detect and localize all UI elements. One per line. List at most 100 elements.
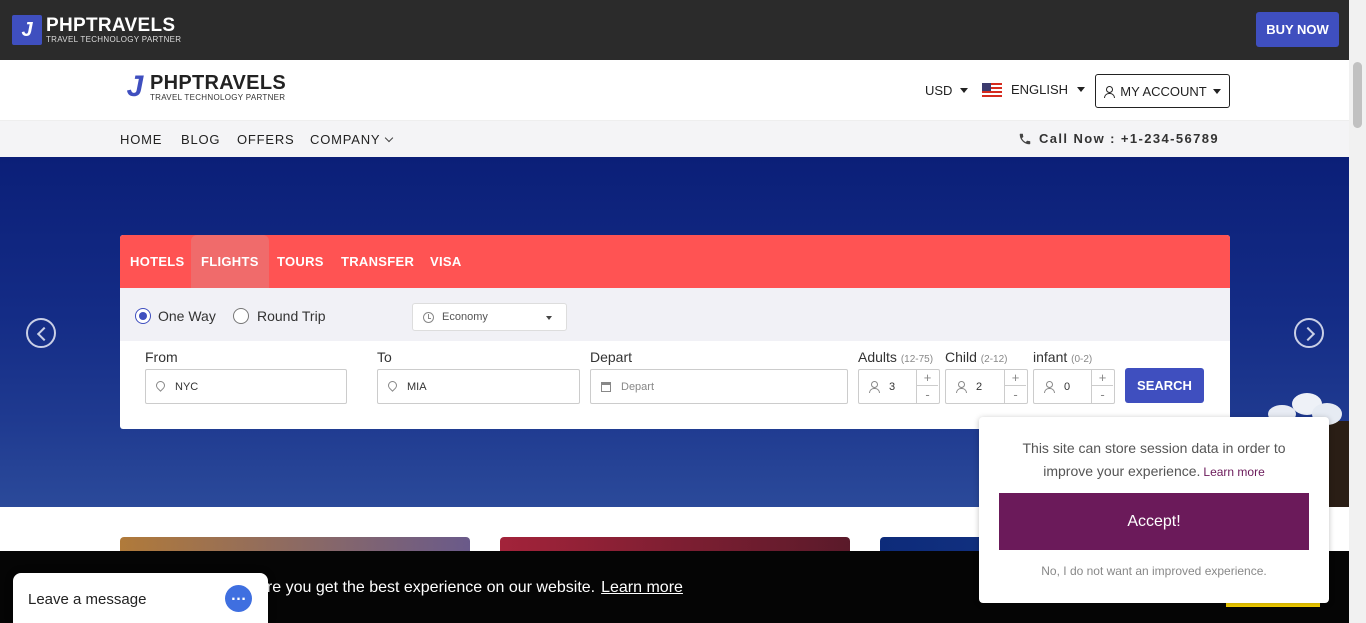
scrollbar-thumb[interactable]	[1353, 62, 1362, 128]
currency-dropdown[interactable]: USD	[925, 83, 969, 98]
depart-field[interactable]: Depart	[590, 369, 848, 404]
consent-text: This site can store session data in orde…	[999, 437, 1309, 484]
tab-transfer[interactable]: TRANSFER	[341, 235, 414, 288]
search-panel: HOTELS FLIGHTS TOURS TRANSFER VISA One W…	[120, 235, 1230, 429]
child-plus-button[interactable]: +	[1005, 369, 1026, 386]
round-trip-radio[interactable]	[233, 308, 249, 324]
chevron-down-icon	[385, 133, 394, 143]
child-value: 2	[976, 380, 983, 393]
calendar-icon	[601, 381, 611, 392]
one-way-label[interactable]: One Way	[158, 308, 216, 324]
clock-icon	[423, 311, 434, 323]
logo-icon: J	[126, 70, 144, 103]
cookie-bar-text: ure you get the best experience on our w…	[258, 579, 683, 597]
us-flag-icon	[982, 82, 1002, 97]
slider-next-icon[interactable]	[1294, 318, 1324, 348]
top-bar: J PHPTRAVELS TRAVEL TECHNOLOGY PARTNER B…	[0, 0, 1349, 60]
adults-label-text: Adults	[858, 349, 897, 365]
from-label: From	[145, 349, 178, 365]
scrollbar[interactable]	[1349, 0, 1366, 623]
child-range: (2-12)	[980, 354, 1008, 365]
infant-minus-button[interactable]: -	[1092, 386, 1113, 403]
depart-label: Depart	[590, 349, 633, 365]
child-stepper[interactable]: + -	[1004, 369, 1026, 404]
tab-visa[interactable]: VISA	[430, 235, 462, 288]
top-tagline: TRAVEL TECHNOLOGY PARTNER	[46, 35, 182, 44]
person-icon	[1044, 381, 1055, 393]
adults-minus-button[interactable]: -	[917, 386, 938, 403]
person-icon	[869, 381, 880, 393]
adults-plus-button[interactable]: +	[917, 369, 938, 386]
tab-hotels[interactable]: HOTELS	[130, 235, 185, 288]
chat-label: Leave a message	[28, 591, 147, 608]
to-value: MIA	[407, 380, 427, 393]
adults-stepper[interactable]: + -	[916, 369, 938, 404]
cookie-bar-message: ure you get the best experience on our w…	[258, 579, 596, 596]
caret-down-icon	[1212, 88, 1221, 94]
child-label: Child (2-12)	[945, 349, 1007, 365]
main-nav: HOME BLOG OFFERS COMPANY Call Now : +1-2…	[0, 121, 1349, 157]
search-tabs: HOTELS FLIGHTS TOURS TRANSFER VISA	[120, 235, 1230, 288]
my-account-button[interactable]: MY ACCOUNT	[1095, 74, 1230, 108]
to-field[interactable]: MIA	[377, 369, 580, 404]
depart-placeholder: Depart	[621, 380, 655, 393]
infant-label-text: infant	[1033, 349, 1068, 365]
nav-home[interactable]: HOME	[120, 132, 162, 147]
caret-down-icon	[1077, 87, 1086, 92]
chat-widget[interactable]: Leave a message …	[13, 573, 268, 623]
slider-prev-icon[interactable]	[26, 318, 56, 348]
language-label: ENGLISH	[1011, 82, 1069, 97]
decline-link[interactable]: No, I do not want an improved experience…	[999, 564, 1309, 578]
infant-stepper[interactable]: + -	[1091, 369, 1113, 404]
call-now-text: Call Now : +1-234-56789	[1039, 131, 1219, 146]
tab-tours[interactable]: TOURS	[277, 235, 324, 288]
nav-blog[interactable]: BLOG	[181, 132, 220, 147]
person-icon	[956, 381, 967, 393]
infant-plus-button[interactable]: +	[1092, 369, 1113, 386]
child-label-text: Child	[945, 349, 977, 365]
round-trip-label[interactable]: Round Trip	[257, 308, 325, 324]
tab-flights[interactable]: FLIGHTS	[191, 235, 269, 288]
language-dropdown[interactable]: ENGLISH	[982, 82, 1086, 97]
call-now: Call Now : +1-234-56789	[1018, 131, 1219, 146]
header: J PHPTRAVELS TRAVEL TECHNOLOGY PARTNER U…	[0, 60, 1349, 121]
one-way-radio[interactable]	[135, 308, 151, 324]
my-account-label: MY ACCOUNT	[1120, 83, 1207, 99]
location-pin-icon	[156, 381, 165, 392]
infant-label: infant (0-2)	[1033, 349, 1092, 365]
adults-value: 3	[889, 380, 896, 393]
header-tagline: TRAVEL TECHNOLOGY PARTNER	[150, 92, 286, 102]
infant-value: 0	[1064, 380, 1071, 393]
currency-label: USD	[925, 83, 953, 98]
main-logo[interactable]: J PHPTRAVELS TRAVEL TECHNOLOGY PARTNER	[120, 71, 286, 103]
top-brand: PHPTRAVELS	[46, 15, 176, 36]
top-logo[interactable]: J PHPTRAVELS TRAVEL TECHNOLOGY PARTNER	[12, 15, 181, 45]
from-value: NYC	[175, 380, 199, 393]
location-pin-icon	[388, 381, 397, 392]
cabin-class-value: Economy	[442, 311, 488, 323]
cookie-learn-more-link[interactable]: Learn more	[601, 579, 683, 596]
nav-company[interactable]: COMPANY	[310, 132, 394, 147]
buy-now-button[interactable]: BUY NOW	[1256, 12, 1339, 47]
logo-icon: J	[12, 15, 42, 45]
accept-button[interactable]: Accept!	[999, 493, 1309, 550]
phone-icon	[1019, 133, 1031, 144]
adults-range: (12-75)	[900, 354, 934, 365]
adults-label: Adults (12-75)	[858, 349, 933, 365]
trip-type-row: One Way Round Trip Economy	[120, 288, 1230, 341]
cabin-class-select[interactable]: Economy	[412, 303, 567, 331]
header-brand: PHPTRAVELS	[150, 71, 286, 94]
consent-popup: This site can store session data in orde…	[979, 417, 1329, 603]
nav-offers[interactable]: OFFERS	[237, 132, 295, 147]
to-label: To	[377, 349, 392, 365]
nav-company-label: COMPANY	[310, 132, 381, 147]
search-button[interactable]: SEARCH	[1125, 368, 1204, 403]
from-field[interactable]: NYC	[145, 369, 347, 404]
chat-bubble-icon[interactable]: …	[225, 585, 252, 612]
caret-down-icon	[546, 316, 552, 320]
user-icon	[1104, 85, 1116, 98]
infant-range: (0-2)	[1071, 354, 1093, 365]
child-minus-button[interactable]: -	[1005, 386, 1026, 403]
consent-learn-more-link[interactable]: Learn more	[1203, 465, 1264, 479]
caret-down-icon	[960, 88, 969, 93]
